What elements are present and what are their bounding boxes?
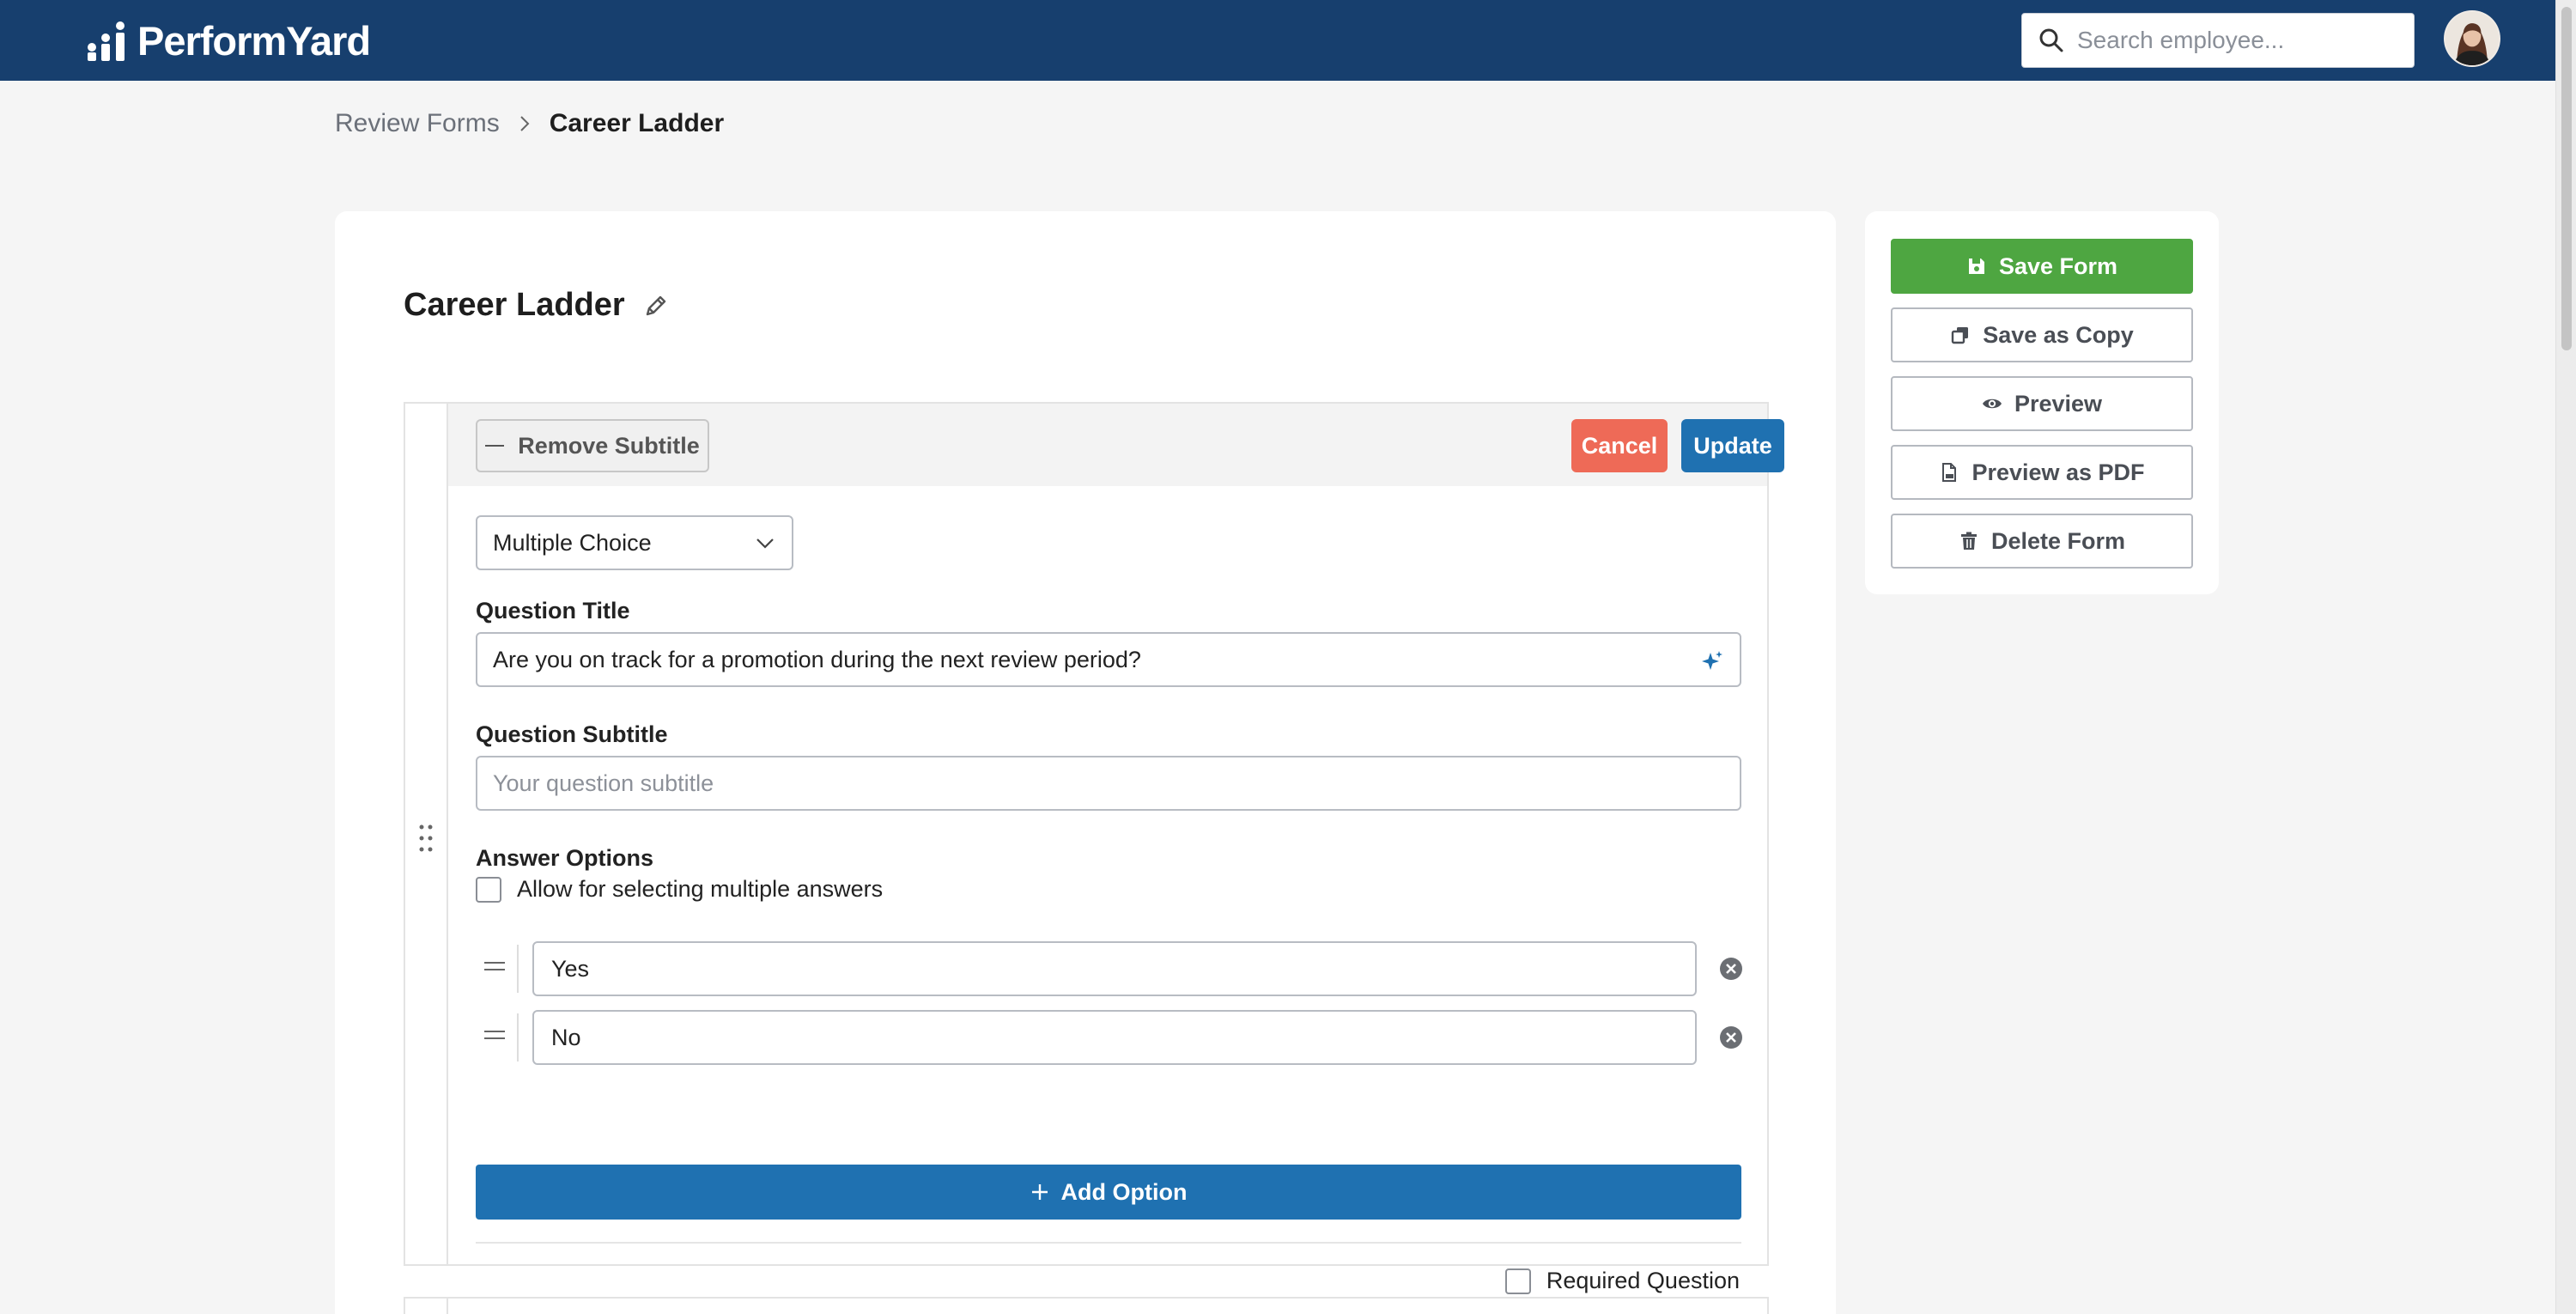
avatar-portrait-icon xyxy=(2445,12,2499,65)
delete-form-button[interactable]: Delete Form xyxy=(1891,514,2193,569)
scrollbar-thumb[interactable] xyxy=(2561,7,2572,350)
answer-option-input[interactable]: No xyxy=(532,1010,1697,1065)
question-body: Multiple Choice Question Title Are you o… xyxy=(448,486,1767,1294)
plus-icon xyxy=(1031,1184,1048,1200)
add-option-button[interactable]: Add Option xyxy=(476,1165,1741,1220)
answer-option-row: Yes xyxy=(476,941,1798,996)
required-question-checkbox[interactable] xyxy=(1504,1268,1531,1294)
ai-sparkle-icon[interactable] xyxy=(1700,649,1724,673)
question-title-label: Question Title xyxy=(476,598,630,624)
delete-form-label: Delete Form xyxy=(1990,527,2126,554)
reorder-handle-icon[interactable] xyxy=(484,962,505,974)
app-logo[interactable]: PerformYard xyxy=(86,17,371,64)
allow-multiple-checkbox[interactable] xyxy=(476,876,501,903)
question-subtitle-input[interactable]: Your question subtitle xyxy=(476,756,1741,811)
form-actions-panel: Save Form Save as Copy Preview Preview a… xyxy=(1865,211,2219,594)
minus-icon xyxy=(485,445,505,447)
question-editor: Remove Subtitle Cancel Update Multiple C… xyxy=(404,402,1784,1294)
section-divider xyxy=(476,1242,1741,1244)
top-navigation-bar: PerformYard xyxy=(0,0,2576,81)
eye-icon xyxy=(1982,398,2002,409)
breadcrumb-current: Career Ladder xyxy=(549,109,725,137)
question-drag-rail[interactable] xyxy=(405,404,448,1264)
chevron-down-icon xyxy=(756,538,774,549)
pencil-icon[interactable] xyxy=(642,292,670,319)
save-form-button[interactable]: Save Form xyxy=(1891,239,2193,294)
question-subtitle-label: Question Subtitle xyxy=(476,721,668,747)
question-title-value: Are you on track for a promotion during … xyxy=(493,646,1141,672)
form-editor-card: Career Ladder Remove Subtitle Cancel Upd… xyxy=(335,211,1836,1314)
preview-label: Preview xyxy=(2014,390,2103,417)
reorder-handle-icon[interactable] xyxy=(484,1031,505,1043)
option-divider xyxy=(517,945,519,993)
question-toolbar: Remove Subtitle Cancel Update xyxy=(448,404,1784,486)
breadcrumb: Review Forms Career Ladder xyxy=(335,105,724,143)
answer-option-row: No xyxy=(476,1010,1798,1065)
user-avatar[interactable] xyxy=(2444,10,2500,67)
remove-subtitle-button[interactable]: Remove Subtitle xyxy=(476,419,709,472)
copy-icon xyxy=(1952,327,1969,344)
allow-multiple-label: Allow for selecting multiple answers xyxy=(517,876,884,902)
pdf-file-icon xyxy=(1942,463,1957,482)
answer-option-value: Yes xyxy=(551,955,590,982)
page-scrollbar[interactable] xyxy=(2555,0,2576,1314)
save-as-copy-label: Save as Copy xyxy=(1983,321,2134,348)
required-question-row[interactable]: Required Question xyxy=(1504,1268,1740,1294)
logo-text: PerformYard xyxy=(137,17,371,64)
breadcrumb-review-forms[interactable]: Review Forms xyxy=(335,109,500,138)
search-input[interactable] xyxy=(2077,27,2403,54)
required-question-label: Required Question xyxy=(1546,1268,1740,1293)
preview-as-pdf-button[interactable]: Preview as PDF xyxy=(1891,445,2193,500)
trash-icon xyxy=(1960,532,1977,550)
remove-option-icon[interactable] xyxy=(1719,957,1743,981)
drag-handle-icon[interactable] xyxy=(417,823,434,854)
remove-option-icon[interactable] xyxy=(1719,1025,1743,1049)
question-title-input[interactable]: Are you on track for a promotion during … xyxy=(476,632,1741,687)
remove-subtitle-label: Remove Subtitle xyxy=(518,432,700,459)
search-icon xyxy=(2039,28,2063,52)
save-disk-icon xyxy=(1968,259,1984,274)
question-drag-rail[interactable] xyxy=(405,1299,448,1314)
cancel-button[interactable]: Cancel xyxy=(1571,419,1668,472)
preview-as-pdf-label: Preview as PDF xyxy=(1971,459,2145,485)
preview-button[interactable]: Preview xyxy=(1891,376,2193,431)
form-title-row: Career Ladder xyxy=(404,287,670,324)
update-button[interactable]: Update xyxy=(1681,419,1784,472)
add-option-label: Add Option xyxy=(1060,1178,1188,1205)
question-type-select[interactable]: Multiple Choice xyxy=(476,515,793,570)
form-title: Career Ladder xyxy=(404,287,625,323)
answer-option-value: No xyxy=(551,1024,581,1050)
save-form-label: Save Form xyxy=(1998,252,2118,279)
question-type-value: Multiple Choice xyxy=(493,529,652,556)
save-as-copy-button[interactable]: Save as Copy xyxy=(1891,307,2193,362)
employee-search[interactable] xyxy=(2021,13,2415,68)
question-subtitle-placeholder: Your question subtitle xyxy=(493,770,714,796)
next-question-block[interactable] xyxy=(404,1297,1769,1314)
chevron-right-icon xyxy=(519,116,530,131)
logo-bars-icon xyxy=(88,21,125,61)
allow-multiple-row[interactable]: Allow for selecting multiple answers xyxy=(476,876,883,903)
option-divider xyxy=(517,1013,519,1062)
answer-options-label: Answer Options xyxy=(476,845,654,871)
answer-option-input[interactable]: Yes xyxy=(532,941,1697,996)
